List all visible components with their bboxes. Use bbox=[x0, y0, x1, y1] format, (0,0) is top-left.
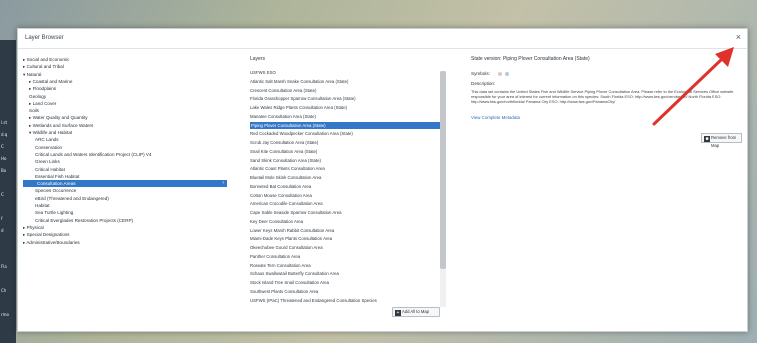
annotation-arrow bbox=[652, 47, 734, 126]
